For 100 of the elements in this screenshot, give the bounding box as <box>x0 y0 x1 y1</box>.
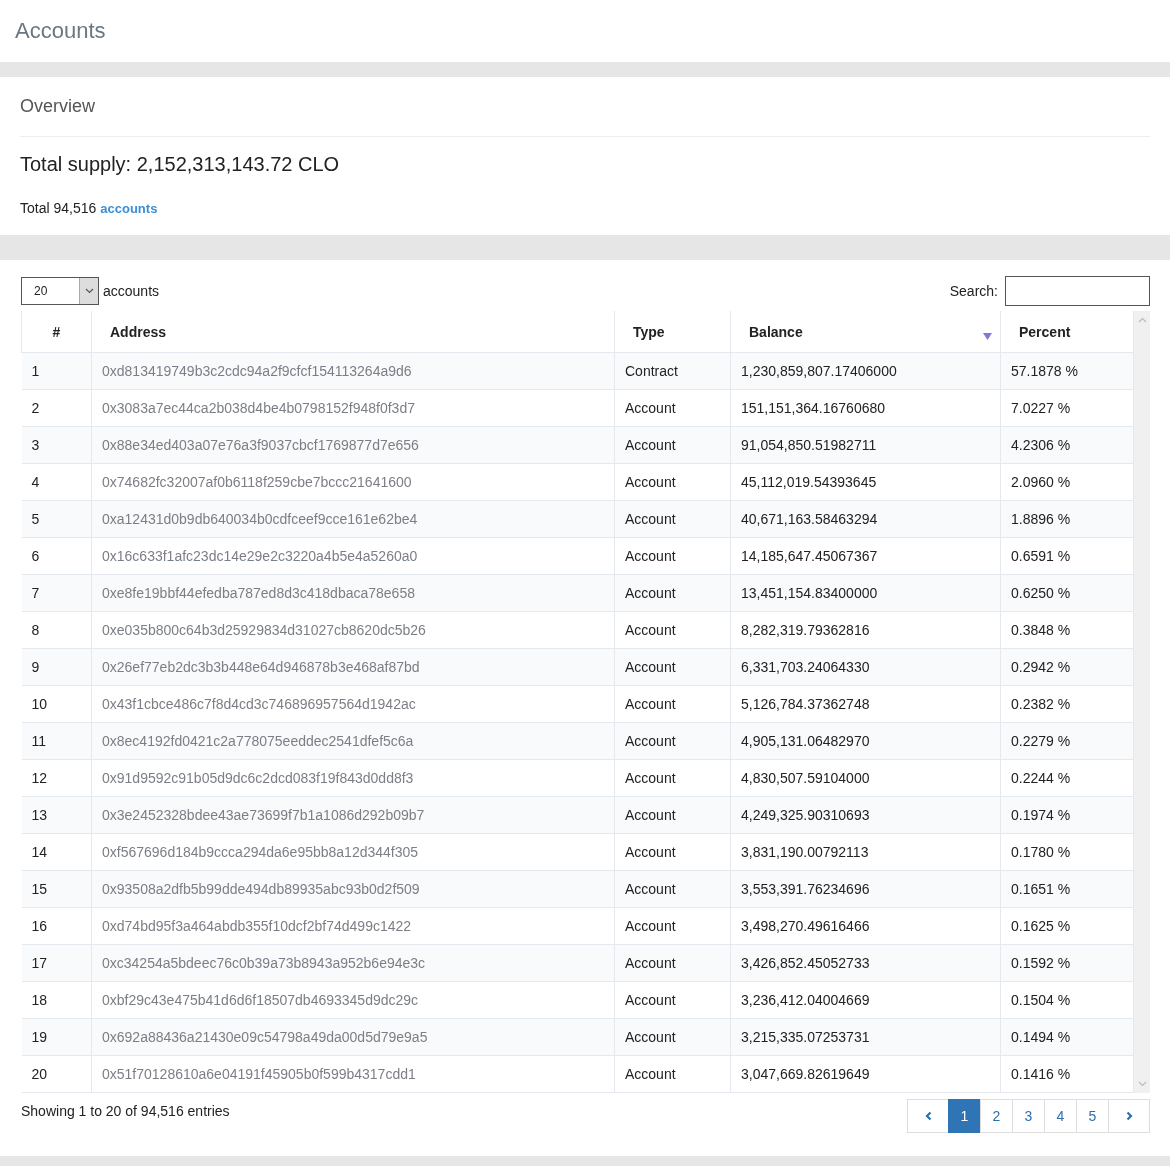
table-cell: 14,185,647.45067367 <box>730 537 1001 575</box>
table-cell: Account <box>614 537 731 575</box>
scroll-up-icon <box>1137 317 1147 323</box>
table-cell: 151,151,364.16760680 <box>730 389 1001 427</box>
table-cell: 20 <box>21 1055 92 1093</box>
table-cell: Account <box>614 463 731 501</box>
table-cell: 0.1494 % <box>1000 1018 1134 1056</box>
search-field[interactable] <box>1005 276 1150 306</box>
table-cell: 5,126,784.37362748 <box>730 685 1001 723</box>
entries-info: Showing 1 to 20 of 94,516 entries <box>21 1103 230 1119</box>
table-cell: Account <box>614 648 731 686</box>
page-button[interactable]: 2 <box>980 1099 1013 1133</box>
scrollbar[interactable] <box>1134 311 1150 1093</box>
table-cell: Account <box>614 907 731 945</box>
table-cell: 3,498,270.49616466 <box>730 907 1001 945</box>
accounts-link[interactable]: accounts <box>100 201 158 216</box>
table-cell: 0.6250 % <box>1000 574 1134 612</box>
table-cell: 4,830,507.59104000 <box>730 759 1001 797</box>
page-button[interactable]: 3 <box>1012 1099 1045 1133</box>
table-cell: 0.1651 % <box>1000 870 1134 908</box>
previous-page-button[interactable] <box>907 1099 949 1133</box>
table-cell: 0.2279 % <box>1000 722 1134 760</box>
table-cell: 0.1592 % <box>1000 944 1134 982</box>
table-cell: 6,331,703.24064330 <box>730 648 1001 686</box>
table-cell: 0.1974 % <box>1000 796 1134 834</box>
table-cell: 2.0960 % <box>1000 463 1134 501</box>
table-cell: Account <box>614 389 731 427</box>
table-cell: 4.2306 % <box>1000 426 1134 464</box>
table-cell: 0.2942 % <box>1000 648 1134 686</box>
table-cell: 4 <box>21 463 92 501</box>
table-cell: Account <box>614 981 731 1019</box>
scroll-down-icon <box>1137 1081 1147 1087</box>
column-header[interactable]: Address <box>91 311 615 353</box>
table-cell: 13 <box>21 796 92 834</box>
table-cell: Account <box>614 500 731 538</box>
table-cell: 17 <box>21 944 92 982</box>
table-cell: 3,831,190.00792113 <box>730 833 1001 871</box>
chevron-down-icon <box>84 288 94 294</box>
column-header[interactable]: Type <box>614 311 731 353</box>
table-cell: 40,671,163.58463294 <box>730 500 1001 538</box>
table-cell: 0.2244 % <box>1000 759 1134 797</box>
table-cell: Contract <box>614 352 731 390</box>
page-size-select[interactable]: 20 <box>21 277 99 305</box>
table-cell: Account <box>614 833 731 871</box>
table-cell: 8 <box>21 611 92 649</box>
table-cell: 7 <box>21 574 92 612</box>
page-size-label: accounts <box>103 283 160 299</box>
search-label: Search: <box>949 283 998 299</box>
column-header[interactable]: Balance <box>730 311 1001 353</box>
table-cell: 19 <box>21 1018 92 1056</box>
total-count: Total 94,516 <box>20 200 97 216</box>
table-cell: Account <box>614 574 731 612</box>
table-cell: 1 <box>21 352 92 390</box>
table-cell: 3 <box>21 426 92 464</box>
table-cell: 10 <box>21 685 92 723</box>
table-cell: 3,553,391.76234696 <box>730 870 1001 908</box>
table-cell: 4,249,325.90310693 <box>730 796 1001 834</box>
table-cell: Account <box>614 796 731 834</box>
column-header[interactable]: # <box>21 311 92 353</box>
page-title: Accounts <box>15 18 106 44</box>
card-title: Overview <box>20 77 1150 137</box>
page-button[interactable]: 1 <box>948 1099 981 1133</box>
table-cell: 45,112,019.54393645 <box>730 463 1001 501</box>
table-cell: 0.1504 % <box>1000 981 1134 1019</box>
table-cell: 7.0227 % <box>1000 389 1134 427</box>
total-supply: Total supply: 2,152,313,143.72 CLO <box>20 153 341 176</box>
table-cell: 12 <box>21 759 92 797</box>
table-cell: 18 <box>21 981 92 1019</box>
table-cell: 0.1625 % <box>1000 907 1134 945</box>
table-cell: 6 <box>21 537 92 575</box>
table-cell: 0.6591 % <box>1000 537 1134 575</box>
table-cell: Account <box>614 722 731 760</box>
table-cell: 3,047,669.82619649 <box>730 1055 1001 1093</box>
table-cell: 57.1878 % <box>1000 352 1134 390</box>
column-header[interactable]: Percent <box>1000 311 1134 353</box>
table-cell: 14 <box>21 833 92 871</box>
table-cell: 1.8896 % <box>1000 500 1134 538</box>
table-cell: Account <box>614 611 731 649</box>
page-button[interactable]: 4 <box>1044 1099 1077 1133</box>
table-cell: Account <box>614 1055 731 1093</box>
table-cell: 4,905,131.06482970 <box>730 722 1001 760</box>
table-cell: 13,451,154.83400000 <box>730 574 1001 612</box>
table-cell: 3,215,335.07253731 <box>730 1018 1001 1056</box>
table-cell: 91,054,850.51982711 <box>730 426 1001 464</box>
table-cell: Account <box>614 759 731 797</box>
page-button[interactable]: 5 <box>1076 1099 1109 1133</box>
table-cell: 0.2382 % <box>1000 685 1134 723</box>
table-cell: 1,230,859,807.17406000 <box>730 352 1001 390</box>
table-cell: 3,236,412.04004669 <box>730 981 1001 1019</box>
table-cell: 0.3848 % <box>1000 611 1134 649</box>
table-cell: 9 <box>21 648 92 686</box>
table-cell: Account <box>614 944 731 982</box>
table-cell: 15 <box>21 870 92 908</box>
table-cell: 8,282,319.79362816 <box>730 611 1001 649</box>
table-cell: 3,426,852.45052733 <box>730 944 1001 982</box>
table-cell: 5 <box>21 500 92 538</box>
table-cell: Account <box>614 1018 731 1056</box>
table-cell: 16 <box>21 907 92 945</box>
table-cell: 2 <box>21 389 92 427</box>
table-cell: Account <box>614 685 731 723</box>
